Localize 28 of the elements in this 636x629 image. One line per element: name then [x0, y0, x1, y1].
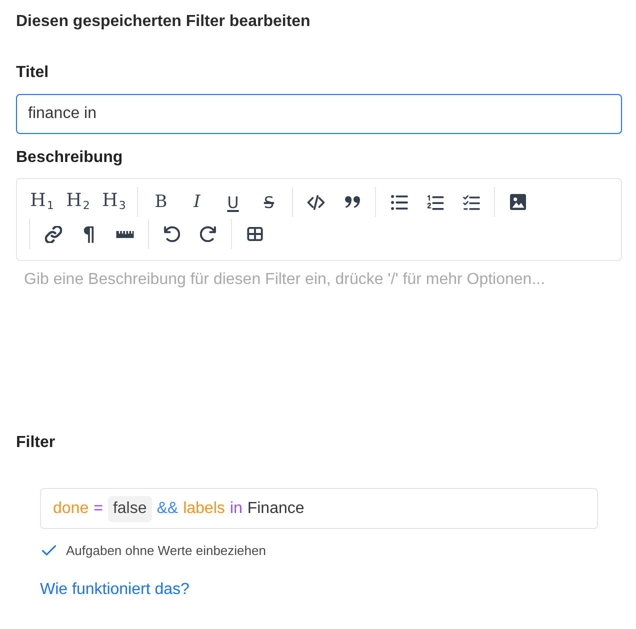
- description-label: Beschreibung: [16, 148, 124, 168]
- redo-icon: [200, 226, 216, 242]
- filter-value: false: [108, 496, 152, 522]
- undo-icon: [164, 226, 180, 242]
- include-empty-checkbox[interactable]: Aufgaben ohne Werte einbeziehen: [40, 540, 266, 560]
- heading-button[interactable]: H$_{1}$: [24, 186, 60, 218]
- bold-button[interactable]: B: [143, 186, 179, 218]
- help-link[interactable]: Wie funktioniert das?: [40, 578, 190, 602]
- code-icon: [307, 194, 325, 210]
- quote-icon: [344, 196, 360, 208]
- heading-button[interactable]: H$_{2}$: [60, 186, 96, 218]
- title-label: Titel: [16, 63, 50, 83]
- paragraph-button[interactable]: ¶: [71, 218, 107, 250]
- heading-button[interactable]: H$_{3}$: [96, 186, 132, 218]
- italic-button[interactable]: I: [179, 186, 215, 218]
- ordered-list-icon: [426, 194, 444, 210]
- strike-button[interactable]: S: [251, 186, 287, 218]
- filter-label: Filter: [16, 433, 56, 453]
- table-icon: [247, 227, 263, 241]
- filter-query-field[interactable]: done = false && labels in Finance: [40, 488, 598, 529]
- dialog-title: Diesen gespeicherten Filter bearbeiten: [16, 12, 312, 32]
- title-input[interactable]: finance in: [16, 94, 622, 134]
- task-list-icon: [462, 194, 480, 210]
- underline-button[interactable]: U: [215, 186, 251, 218]
- ruler-icon: [116, 230, 134, 238]
- link-icon: [44, 226, 62, 242]
- image-icon: [510, 194, 526, 210]
- bullet-list-icon: [390, 194, 408, 210]
